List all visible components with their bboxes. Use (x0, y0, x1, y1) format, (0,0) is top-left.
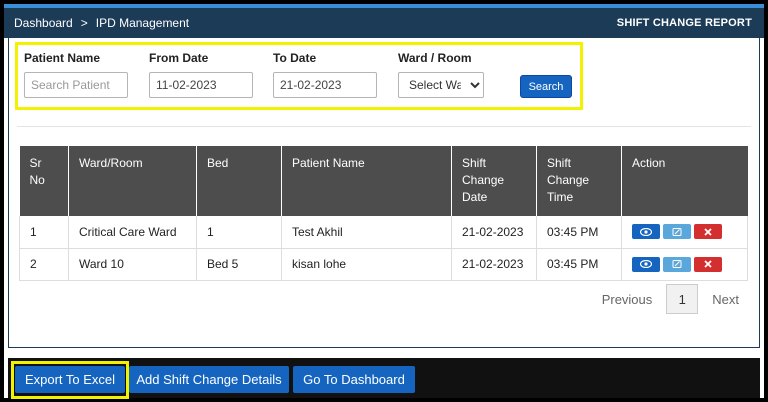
page-title: SHIFT CHANGE REPORT (616, 17, 752, 29)
edit-button[interactable] (663, 224, 691, 240)
cell-ward: Ward 10 (68, 248, 197, 281)
patient-search-input[interactable] (24, 72, 128, 98)
cell-sr: 2 (19, 248, 69, 281)
cell-patient: kisan lohe (281, 248, 452, 281)
cell-actions (621, 216, 748, 249)
delete-button[interactable] (694, 256, 722, 272)
cell-sr: 1 (19, 216, 69, 249)
ward-room-field: Ward / Room Select Ward (398, 51, 484, 98)
header-shift-change-date: Shift Change Date (451, 146, 537, 216)
edit-icon (672, 260, 682, 268)
row-actions (632, 224, 737, 240)
shift-change-table: Sr No Ward/Room Bed Patient Name Shift C… (19, 146, 748, 281)
filter-highlight: Patient Name From Date To Date Ward / Ro… (15, 42, 583, 110)
delete-button[interactable] (694, 224, 722, 240)
add-shift-change-button[interactable]: Add Shift Change Details (129, 366, 289, 393)
eye-icon (640, 260, 652, 268)
eye-icon (640, 227, 652, 236)
go-to-dashboard-button[interactable]: Go To Dashboard (293, 366, 415, 393)
cell-bed: Bed 5 (196, 248, 282, 281)
header-sr-no: Sr No (19, 146, 69, 216)
cell-actions (621, 248, 748, 281)
ward-room-select[interactable]: Select Ward (398, 72, 484, 98)
header-bed: Bed (196, 146, 282, 216)
edit-icon (672, 227, 682, 236)
table-header-row: Sr No Ward/Room Bed Patient Name Shift C… (19, 146, 748, 216)
breadcrumb-dashboard[interactable]: Dashboard (14, 16, 73, 30)
to-date-field: To Date (273, 51, 377, 98)
breadcrumb-ipd-management[interactable]: IPD Management (96, 16, 189, 30)
table-row: 2 Ward 10 Bed 5 kisan lohe 21-02-2023 03… (19, 248, 748, 281)
view-button[interactable] (632, 224, 660, 240)
to-date-input[interactable] (273, 72, 377, 98)
table-row: 1 Critical Care Ward 1 Test Akhil 21-02-… (19, 216, 748, 249)
pagination: Previous 1 Next (602, 284, 739, 314)
close-icon (704, 260, 712, 268)
cell-ward: Critical Care Ward (68, 216, 197, 249)
screenshot-frame: Dashboard > IPD Management SHIFT CHANGE … (0, 0, 768, 402)
pagination-next[interactable]: Next (712, 292, 739, 307)
page-header: Dashboard > IPD Management SHIFT CHANGE … (4, 8, 764, 38)
footer-bar: Export To Excel Add Shift Change Details… (8, 358, 760, 399)
patient-name-field: Patient Name (24, 51, 128, 98)
row-actions (632, 256, 737, 272)
cell-date: 21-02-2023 (451, 248, 537, 281)
close-icon (704, 228, 712, 236)
cell-bed: 1 (196, 216, 282, 249)
cell-patient: Test Akhil (281, 216, 452, 249)
breadcrumb-separator: > (80, 16, 88, 30)
pagination-page-1[interactable]: 1 (666, 284, 699, 314)
cell-date: 21-02-2023 (451, 216, 537, 249)
patient-name-label: Patient Name (24, 51, 101, 65)
header-ward-room: Ward/Room (68, 146, 197, 216)
header-patient-name: Patient Name (281, 146, 452, 216)
breadcrumb: Dashboard > IPD Management (14, 16, 189, 30)
header-action: Action (621, 146, 748, 216)
search-button[interactable]: Search (520, 75, 572, 98)
cell-time: 03:45 PM (536, 248, 622, 281)
pagination-previous[interactable]: Previous (602, 292, 653, 307)
cell-time: 03:45 PM (536, 216, 622, 249)
from-date-input[interactable] (149, 72, 253, 98)
from-date-label: From Date (149, 51, 209, 65)
view-button[interactable] (632, 256, 660, 272)
report-panel: Dashboard > IPD Management SHIFT CHANGE … (4, 8, 764, 399)
to-date-label: To Date (273, 51, 317, 65)
header-shift-change-time: Shift Change Time (536, 146, 622, 216)
divider (17, 126, 751, 127)
edit-button[interactable] (663, 256, 691, 272)
export-excel-button[interactable]: Export To Excel (15, 366, 125, 393)
main-content: Patient Name From Date To Date Ward / Ro… (8, 38, 760, 348)
ward-room-label: Ward / Room (398, 51, 472, 65)
from-date-field: From Date (149, 51, 253, 98)
